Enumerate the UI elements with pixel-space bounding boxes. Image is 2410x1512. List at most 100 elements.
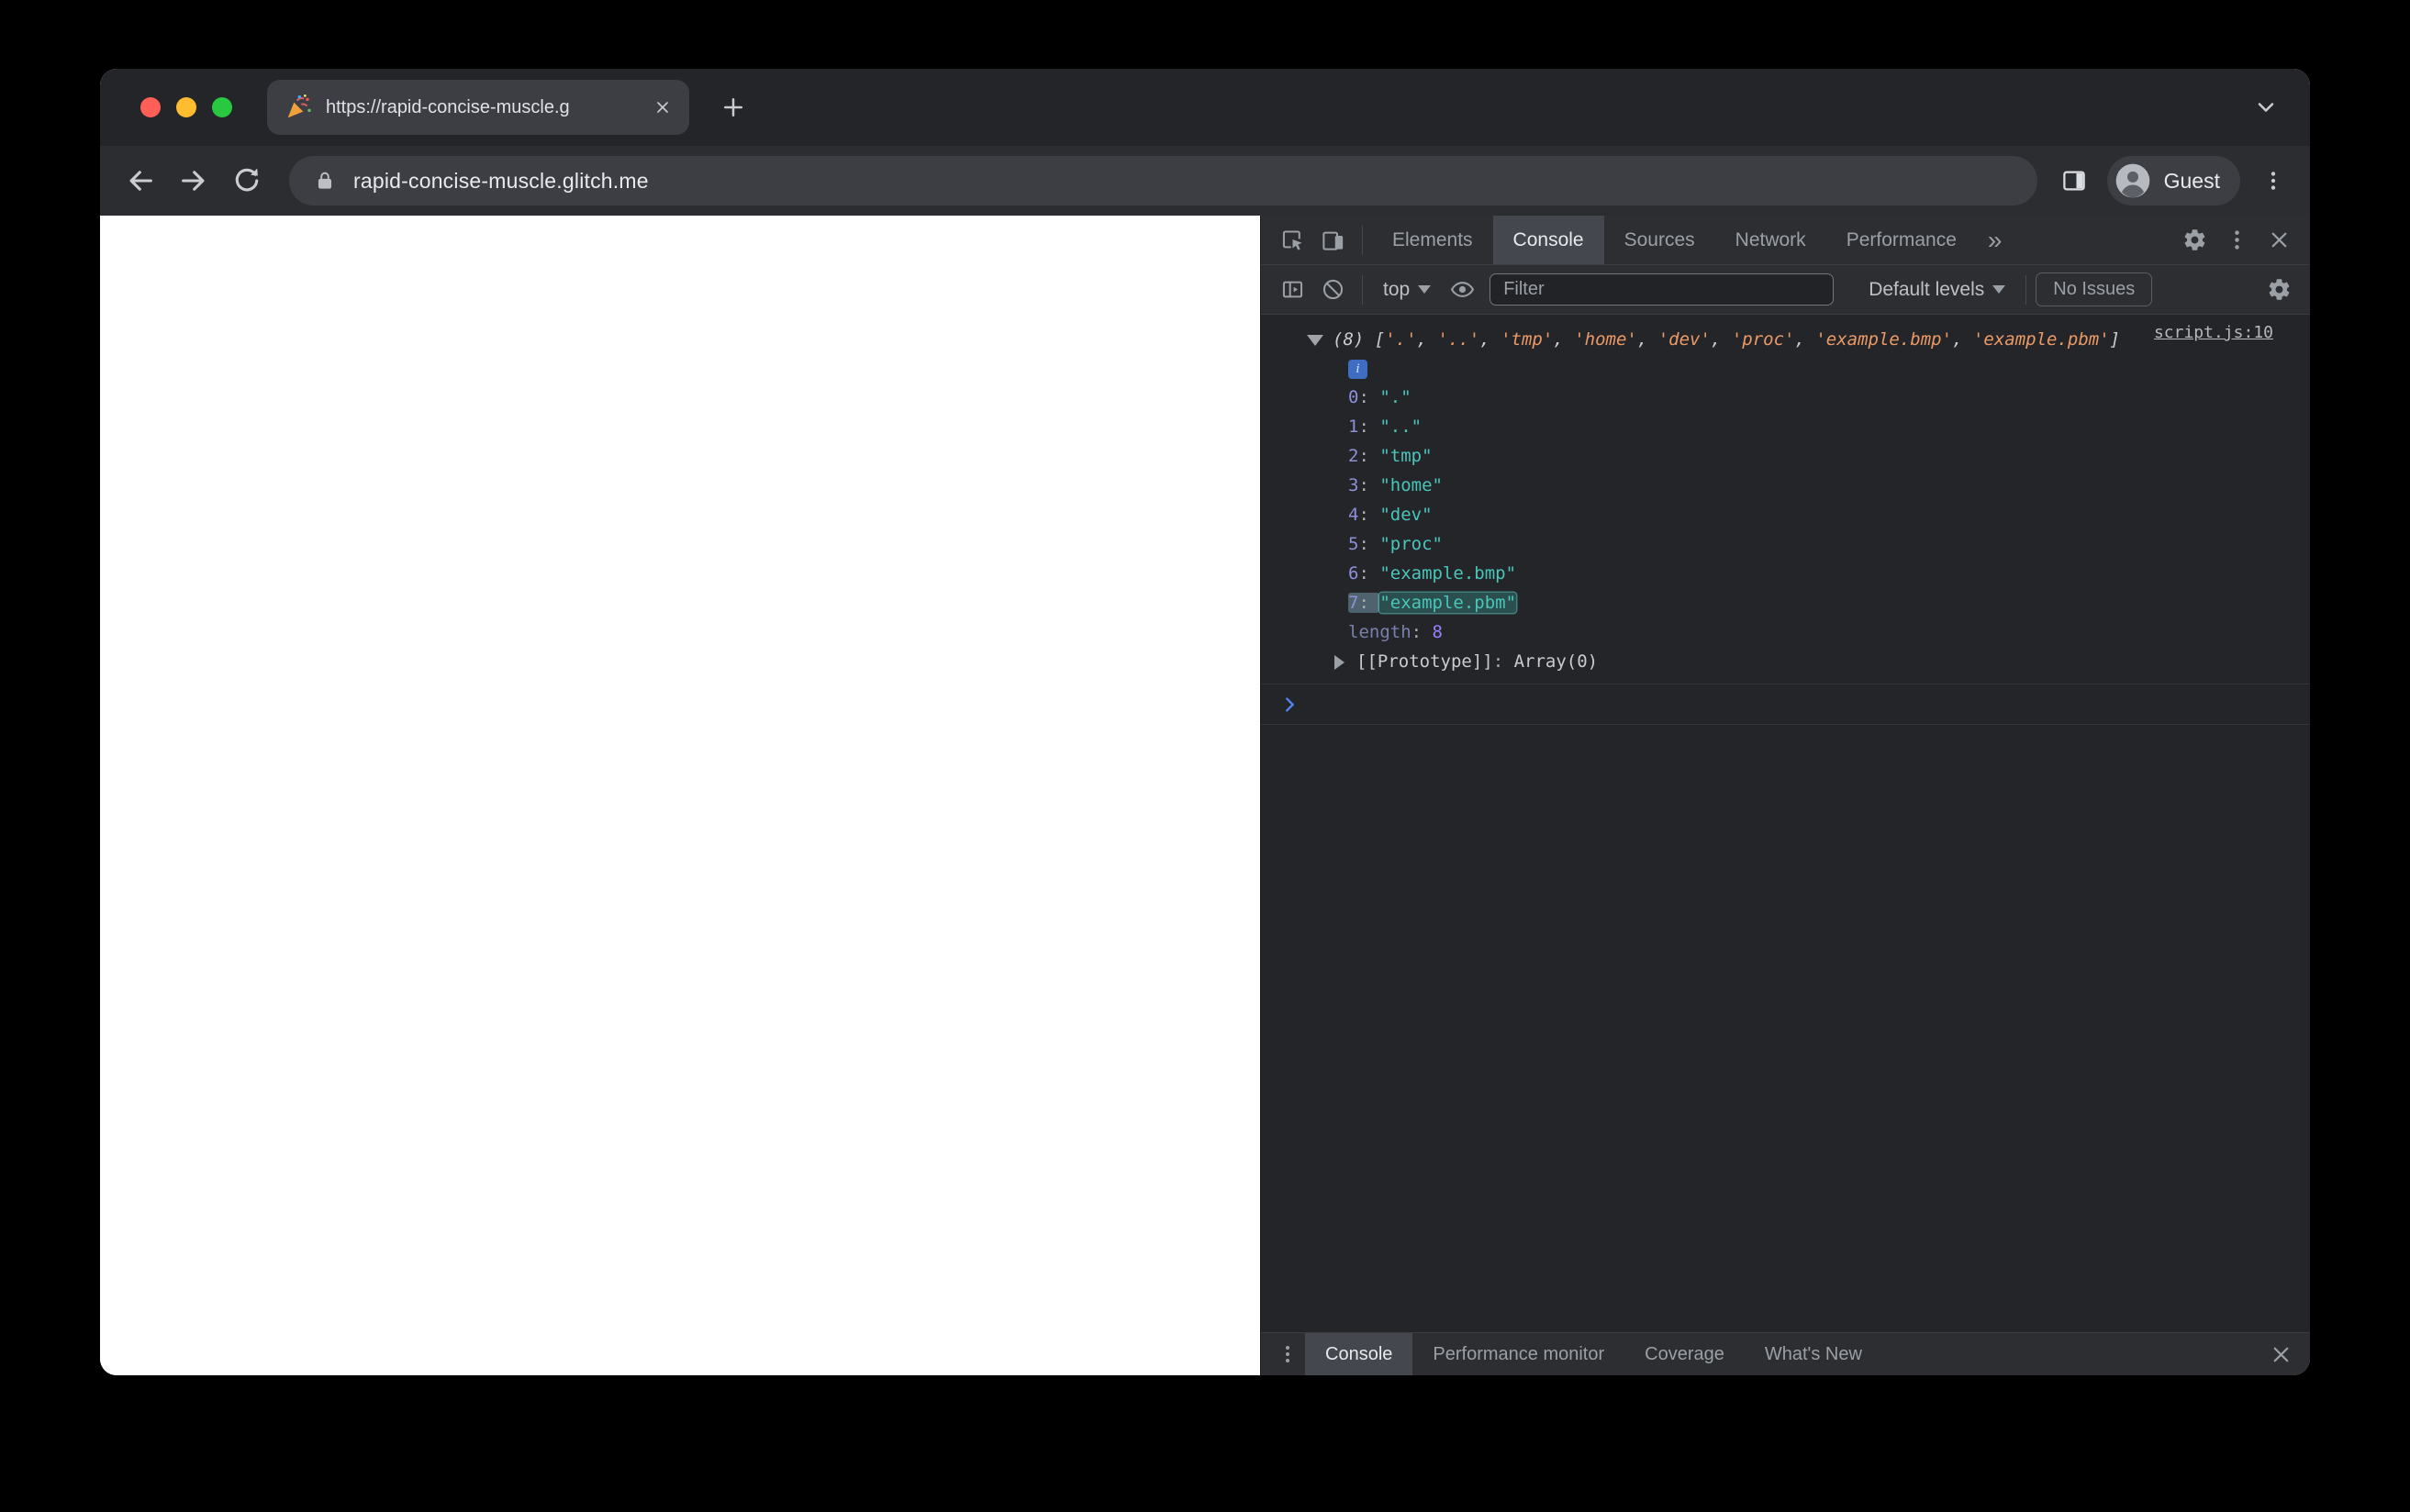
console-log-entry: script.js:10 (8) ['.', '..', 'tmp', 'hom… — [1261, 315, 2310, 684]
address-bar[interactable]: rapid-concise-muscle.glitch.me — [289, 156, 2037, 206]
back-button[interactable] — [117, 157, 164, 205]
close-icon — [2267, 228, 2292, 252]
content-area: Elements Console Sources Network Perform… — [100, 216, 2310, 1375]
tab-close-icon[interactable] — [647, 92, 678, 123]
avatar-icon — [2114, 162, 2151, 199]
party-popper-icon — [284, 93, 313, 122]
array-entry-row[interactable]: 0: "." — [1261, 383, 2310, 412]
expand-triangle-icon[interactable] — [1334, 655, 1344, 670]
console-filter-input[interactable] — [1490, 273, 1835, 306]
console-settings-button[interactable] — [2259, 270, 2299, 310]
tab-strip: https://rapid-concise-muscle.g — [100, 69, 2310, 146]
array-entry-row[interactable]: 3: "home" — [1261, 471, 2310, 500]
window-controls — [100, 97, 267, 117]
tab-performance[interactable]: Performance — [1826, 216, 1977, 264]
tab-elements[interactable]: Elements — [1372, 216, 1493, 264]
drawer-menu-button[interactable] — [1270, 1337, 1305, 1372]
console-toolbar: top Default levels No Issues — [1261, 265, 2310, 315]
context-label: top — [1383, 278, 1411, 300]
kebab-menu-icon — [2225, 228, 2249, 252]
info-line: i — [1261, 355, 2310, 383]
issues-counter[interactable]: No Issues — [2036, 272, 2153, 306]
array-entry-row[interactable]: 1: ".." — [1261, 412, 2310, 441]
execution-context-selector[interactable]: top — [1372, 279, 1442, 301]
browser-menu-button[interactable] — [2253, 161, 2293, 201]
devtools-close-button[interactable] — [2259, 220, 2299, 261]
tab-title: https://rapid-concise-muscle.g — [326, 97, 570, 117]
browser-toolbar: rapid-concise-muscle.glitch.me Guest — [100, 146, 2310, 216]
array-entry-row[interactable]: 4: "dev" — [1261, 500, 2310, 529]
console-sidebar-icon — [1280, 277, 1305, 302]
separator — [2025, 274, 2027, 305]
chevron-down-icon — [1992, 285, 2006, 294]
separator — [1362, 274, 1363, 305]
console-sidebar-button[interactable] — [1272, 270, 1312, 310]
eye-icon — [1450, 277, 1475, 302]
devtools-drawer: Console Performance monitor Coverage Wha… — [1261, 1332, 2310, 1375]
chevron-down-icon — [1418, 285, 1432, 294]
close-window-button[interactable] — [140, 97, 161, 117]
device-toolbar-icon — [1321, 228, 1345, 252]
array-entry-row[interactable]: 2: "tmp" — [1261, 441, 2310, 471]
new-tab-button[interactable] — [713, 87, 753, 128]
console-output[interactable]: script.js:10 (8) ['.', '..', 'tmp', 'hom… — [1261, 315, 2310, 1332]
clear-console-icon — [1321, 277, 1345, 302]
browser-window: https://rapid-concise-muscle.g rapid-con… — [100, 69, 2310, 1375]
tab-title-wrap: https://rapid-concise-muscle.g — [326, 94, 647, 120]
array-length-row[interactable]: length: 8 — [1261, 617, 2310, 647]
profile-name: Guest — [2163, 168, 2220, 193]
browser-tab[interactable]: https://rapid-concise-muscle.g — [267, 80, 689, 135]
minimize-window-button[interactable] — [176, 97, 196, 117]
lock-icon[interactable] — [313, 169, 337, 193]
forward-button[interactable] — [170, 157, 218, 205]
collapse-triangle-icon[interactable] — [1307, 335, 1323, 346]
drawer-tab-console[interactable]: Console — [1305, 1333, 1413, 1375]
gear-icon — [2267, 277, 2292, 302]
info-icon: i — [1348, 359, 1367, 379]
devtools-panel: Elements Console Sources Network Perform… — [1260, 216, 2310, 1375]
more-tabs-chevron[interactable]: » — [1977, 216, 2014, 264]
fullscreen-window-button[interactable] — [212, 97, 232, 117]
levels-label: Default levels — [1869, 278, 1985, 300]
kebab-menu-icon — [1277, 1343, 1299, 1365]
page-viewport — [100, 216, 1260, 1375]
prompt-chevron-icon — [1279, 695, 1300, 715]
devtools-toolbar: Elements Console Sources Network Perform… — [1261, 216, 2310, 265]
drawer-tab-performance-monitor[interactable]: Performance monitor — [1412, 1333, 1624, 1375]
url-text: rapid-concise-muscle.glitch.me — [353, 168, 649, 193]
console-prompt[interactable] — [1261, 684, 2310, 725]
tab-network[interactable]: Network — [1715, 216, 1826, 264]
live-expression-button[interactable] — [1442, 270, 1482, 310]
forward-arrow-icon — [178, 165, 209, 196]
reload-button[interactable] — [223, 157, 271, 205]
plus-icon — [720, 94, 747, 121]
close-icon — [2269, 1342, 2293, 1367]
clear-console-button[interactable] — [1312, 270, 1353, 310]
tab-console[interactable]: Console — [1492, 216, 1604, 264]
log-levels-selector[interactable]: Default levels — [1858, 279, 2016, 301]
side-panel-button[interactable] — [2050, 157, 2098, 205]
inspect-icon — [1280, 228, 1305, 252]
separator — [1362, 225, 1363, 255]
gear-icon — [2182, 228, 2207, 252]
chevron-down-icon — [2253, 94, 2279, 120]
profile-chip[interactable]: Guest — [2106, 156, 2240, 206]
drawer-tab-whats-new[interactable]: What's New — [1745, 1333, 1882, 1375]
array-preview-line[interactable]: (8) ['.', '..', 'tmp', 'home', 'dev', 'p… — [1261, 324, 2310, 355]
tab-search-chevron-button[interactable] — [2246, 87, 2286, 128]
prototype-row[interactable]: [[Prototype]]: Array(0) — [1261, 647, 2310, 676]
reload-icon — [231, 165, 262, 196]
device-toolbar-button[interactable] — [1312, 220, 1353, 261]
drawer-tab-coverage[interactable]: Coverage — [1624, 1333, 1745, 1375]
drawer-close-button[interactable] — [2260, 1334, 2301, 1374]
inspect-element-button[interactable] — [1272, 220, 1312, 261]
side-panel-icon — [2060, 167, 2088, 195]
kebab-menu-icon — [2261, 169, 2285, 193]
devtools-settings-button[interactable] — [2174, 220, 2215, 261]
devtools-menu-button[interactable] — [2216, 220, 2257, 261]
tab-sources[interactable]: Sources — [1604, 216, 1715, 264]
array-entry-row-highlighted[interactable]: 7: "example.pbm" — [1261, 588, 2310, 617]
array-entry-row[interactable]: 6: "example.bmp" — [1261, 559, 2310, 588]
back-arrow-icon — [125, 165, 156, 196]
array-entry-row[interactable]: 5: "proc" — [1261, 529, 2310, 559]
